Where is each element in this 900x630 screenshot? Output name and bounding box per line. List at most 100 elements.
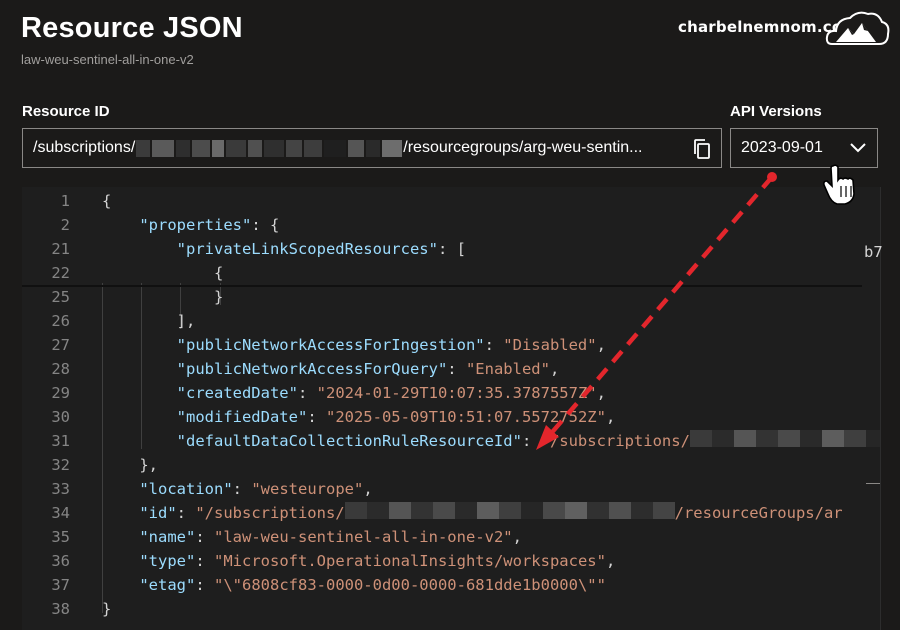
line-number: 25 xyxy=(51,288,70,306)
resource-id-prefix: /subscriptions/ xyxy=(33,139,136,156)
json-punct: }, xyxy=(102,456,158,474)
json-punct xyxy=(102,408,177,426)
json-editor[interactable]: 1{2 "properties": {21 "privateLinkScoped… xyxy=(22,187,880,630)
line-number: 34 xyxy=(51,504,70,522)
json-key: "etag" xyxy=(139,576,196,594)
resource-id-field[interactable]: /subscriptions/ /resourcegroups/arg-weu-… xyxy=(22,128,722,168)
chevron-down-icon xyxy=(850,143,866,153)
json-punct: : xyxy=(447,360,466,378)
line-number: 35 xyxy=(51,528,70,546)
sticky-scroll-divider xyxy=(22,285,862,287)
json-string: "Microsoft.OperationalInsights/workspace… xyxy=(214,552,606,570)
code-text: { xyxy=(102,189,111,213)
json-punct: : xyxy=(195,576,214,594)
json-punct: } xyxy=(102,600,112,618)
json-punct: : xyxy=(297,384,317,402)
line-number: 29 xyxy=(51,384,70,402)
json-punct: { xyxy=(102,192,112,210)
json-key: "modifiedDate" xyxy=(176,408,308,426)
json-punct xyxy=(102,432,177,450)
json-punct: : xyxy=(521,432,541,450)
line-number: 28 xyxy=(51,360,70,378)
line-number: 26 xyxy=(51,312,70,330)
code-text: "defaultDataCollectionRuleResourceId": "… xyxy=(102,429,880,454)
json-string: "westeurope" xyxy=(251,480,364,498)
code-text: "modifiedDate": "2025-05-09T10:51:07.557… xyxy=(102,405,616,429)
api-version-dropdown[interactable]: 2023-09-01 xyxy=(730,128,878,168)
json-punct: ], xyxy=(102,312,196,330)
line-number: 2 xyxy=(60,216,70,234)
page-title: Resource JSON xyxy=(21,12,243,44)
json-key: "createdDate" xyxy=(176,384,298,402)
line-number: 37 xyxy=(51,576,70,594)
code-text: "publicNetworkAccessForQuery": "Enabled"… xyxy=(102,357,560,381)
json-key: "id" xyxy=(139,504,177,522)
resource-id-label: Resource ID xyxy=(22,103,110,120)
json-punct: , xyxy=(363,480,373,498)
json-punct: , xyxy=(549,360,560,378)
code-text: "privateLinkScopedResources": [ xyxy=(102,237,466,261)
code-text: "type": "Microsoft.OperationalInsights/w… xyxy=(102,549,615,573)
json-string: "/subscriptions/ xyxy=(540,432,690,450)
json-string: "/subscriptions/ xyxy=(195,504,345,522)
line-number: 1 xyxy=(60,192,70,210)
json-punct xyxy=(102,216,139,234)
json-string: "Enabled" xyxy=(465,360,550,378)
code-text: { xyxy=(102,261,223,285)
json-punct: : xyxy=(307,408,326,426)
code-text: "createdDate": "2024-01-29T10:07:35.3787… xyxy=(102,381,606,405)
json-key: "publicNetworkAccessForIngestion" xyxy=(176,336,485,354)
line-number: 36 xyxy=(51,552,70,570)
json-punct xyxy=(102,240,177,258)
code-text: }, xyxy=(102,453,158,477)
code-text: "properties": { xyxy=(102,213,279,237)
code-text: "location": "westeurope", xyxy=(102,477,373,501)
json-punct: , xyxy=(596,336,606,354)
json-punct: : xyxy=(195,552,214,570)
json-punct: { xyxy=(102,264,224,282)
json-punct: : xyxy=(176,504,196,522)
json-punct: , xyxy=(512,528,522,546)
json-string: "Disabled" xyxy=(503,336,597,354)
red-arrow-origin-dot xyxy=(767,172,777,182)
resource-id-suffix: /resourcegroups/arg-weu-sentin... xyxy=(403,139,643,156)
line-number: 21 xyxy=(51,240,70,258)
json-punct: : xyxy=(484,336,504,354)
json-punct: : xyxy=(195,528,214,546)
json-punct: , xyxy=(596,384,606,402)
json-punct: , xyxy=(605,552,616,570)
copy-icon[interactable] xyxy=(691,138,713,160)
redacted-block xyxy=(135,139,403,157)
line-number: 38 xyxy=(51,600,70,618)
json-key: "privateLinkScopedResources" xyxy=(176,240,438,258)
api-version-selected: 2023-09-01 xyxy=(741,139,823,156)
line-number: 27 xyxy=(51,336,70,354)
json-punct xyxy=(102,552,139,570)
line-number: 22 xyxy=(51,264,70,282)
json-key: "defaultDataCollectionRuleResourceId" xyxy=(176,432,522,450)
json-string: /resourceGroups/ar xyxy=(674,504,843,522)
json-punct: } xyxy=(102,288,224,306)
json-punct: , xyxy=(605,408,616,426)
line-number: 33 xyxy=(51,480,70,498)
line-number: 32 xyxy=(51,456,70,474)
json-punct xyxy=(102,480,139,498)
json-punct xyxy=(102,360,177,378)
line-number: 30 xyxy=(51,408,70,426)
json-punct xyxy=(102,576,139,594)
json-punct xyxy=(102,384,177,402)
json-punct xyxy=(102,528,139,546)
json-key: "properties" xyxy=(139,216,252,234)
overflow-text-fragment: b7 xyxy=(864,243,883,261)
code-text: "name": "law-weu-sentinel-all-in-one-v2"… xyxy=(102,525,522,549)
json-punct xyxy=(102,504,139,522)
code-text: "etag": "\"6808cf83-0000-0d00-0000-681dd… xyxy=(102,573,606,597)
json-string: "2024-01-29T10:07:35.3787557Z" xyxy=(316,384,597,402)
redacted-block xyxy=(689,429,880,454)
json-punct xyxy=(102,336,177,354)
json-punct: : { xyxy=(251,216,280,234)
json-key: "location" xyxy=(139,480,233,498)
page-subtitle: law-weu-sentinel-all-in-one-v2 xyxy=(21,52,194,67)
json-key: "publicNetworkAccessForQuery" xyxy=(176,360,448,378)
json-punct: : xyxy=(232,480,252,498)
